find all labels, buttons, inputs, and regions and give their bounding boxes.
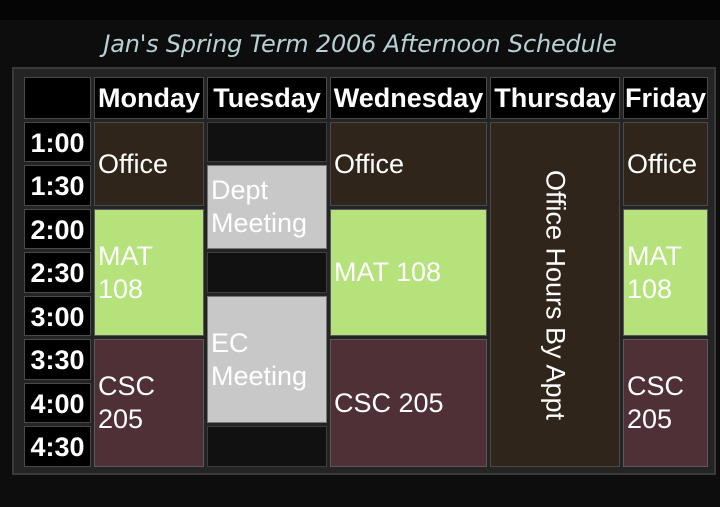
- day-header-wednesday: Wednesday: [330, 77, 487, 119]
- top-bar: [0, 0, 720, 20]
- time-slot: 1:00: [24, 122, 91, 162]
- event-label-line1: CSC: [98, 371, 156, 401]
- time-slot: 4:00: [24, 383, 91, 423]
- event-mat-108-friday[interactable]: MAT 108: [623, 209, 708, 336]
- event-mat-108-wednesday[interactable]: MAT 108: [330, 209, 487, 336]
- schedule-panel: Monday Tuesday Wednesday Thursday Friday…: [12, 67, 716, 475]
- event-label-line2: 108: [627, 273, 673, 304]
- time-slot: 4:30: [24, 426, 91, 467]
- event-office-wednesday[interactable]: Office: [330, 122, 487, 206]
- event-label-line1: CSC: [627, 371, 685, 401]
- event-label: Office: [627, 148, 698, 179]
- event-csc-205-monday[interactable]: CSC 205: [94, 339, 204, 467]
- event-dept-meeting-tuesday[interactable]: Dept Meeting: [207, 165, 327, 249]
- event-ec-meeting-tuesday[interactable]: EC Meeting: [207, 296, 327, 423]
- event-label-line2: 108: [98, 273, 144, 304]
- empty-slot: [207, 252, 327, 293]
- day-header-friday: Friday: [623, 77, 708, 119]
- time-slot: 2:30: [24, 252, 91, 293]
- day-header-monday: Monday: [94, 77, 204, 119]
- event-label: MAT 108: [334, 257, 442, 287]
- event-label-line2: 205: [627, 404, 673, 434]
- empty-slot: [207, 122, 327, 162]
- time-slot: 3:30: [24, 339, 91, 380]
- event-label-line1: EC: [211, 327, 249, 358]
- day-header-thursday: Thursday: [490, 77, 620, 119]
- time-slot: 2:00: [24, 209, 91, 249]
- event-label-line2: Meeting: [211, 208, 308, 238]
- day-header-tuesday: Tuesday: [207, 77, 327, 119]
- empty-slot: [207, 426, 327, 467]
- corner-cell: [24, 77, 91, 119]
- event-csc-205-wednesday[interactable]: CSC 205: [330, 339, 487, 467]
- event-label-line1: MAT: [627, 240, 682, 271]
- event-office-monday[interactable]: Office: [94, 122, 204, 206]
- time-slot: 1:30: [24, 165, 91, 206]
- event-label-line2: Meeting: [211, 360, 308, 391]
- event-label-vertical: Office Hours By Appt: [540, 169, 571, 420]
- event-office-hours-thursday[interactable]: Office Hours By Appt: [490, 122, 620, 467]
- event-label: CSC 205: [334, 387, 444, 418]
- event-label: Office: [98, 148, 169, 179]
- event-label-line1: Dept: [211, 175, 269, 205]
- event-label-line1: MAT: [98, 240, 153, 271]
- schedule-title: Jan's Spring Term 2006 Afternoon Schedul…: [103, 30, 617, 58]
- event-mat-108-monday[interactable]: MAT 108: [94, 209, 204, 336]
- time-slot: 3:00: [24, 296, 91, 336]
- event-csc-205-friday[interactable]: CSC 205: [623, 339, 708, 467]
- event-label: Office: [334, 148, 405, 179]
- event-label-line2: 205: [98, 404, 144, 434]
- event-office-friday[interactable]: Office: [623, 122, 708, 206]
